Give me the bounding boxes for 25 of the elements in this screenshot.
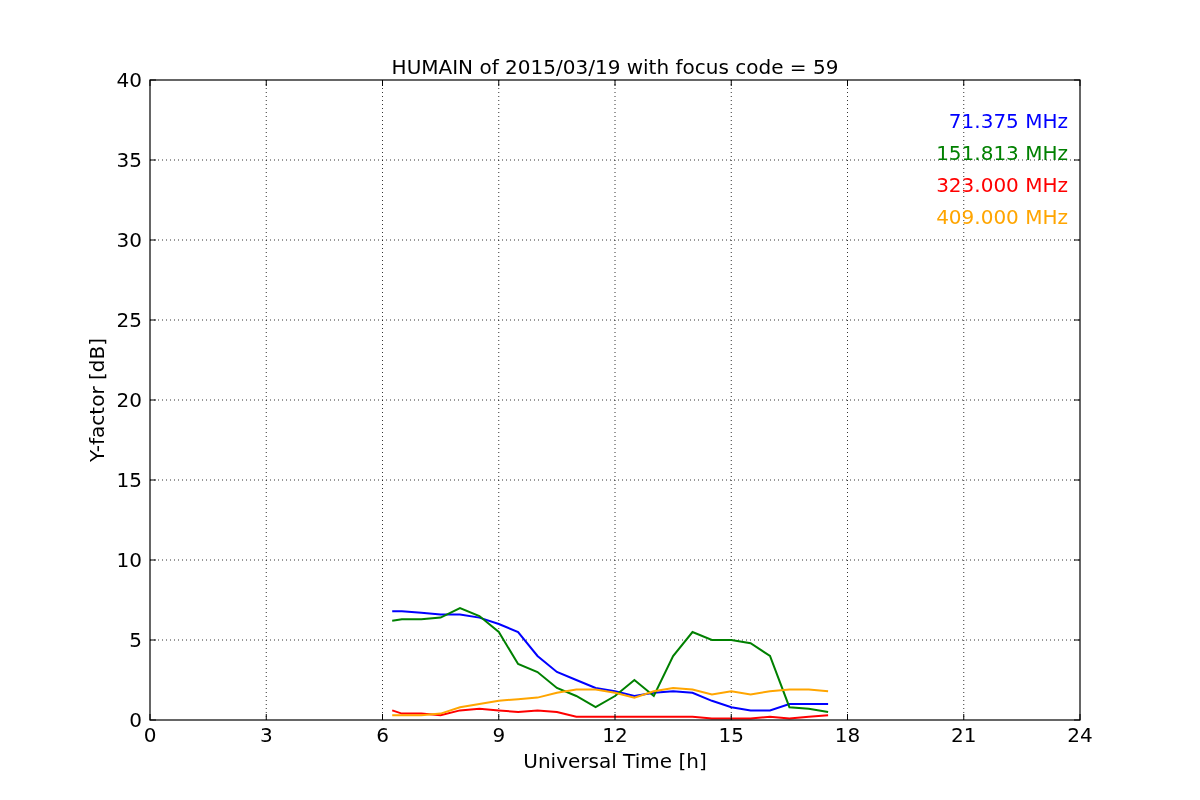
y-tick-label: 30	[116, 228, 142, 252]
x-tick-label: 15	[718, 723, 744, 747]
x-axis-label: Universal Time [h]	[523, 749, 707, 773]
y-tick-label: 20	[116, 388, 142, 412]
y-tick-label: 5	[129, 628, 142, 652]
x-tick-label: 9	[492, 723, 506, 747]
legend-label: 151.813 MHz	[936, 141, 1068, 165]
x-tick-label: 3	[259, 723, 273, 747]
y-tick-label: 25	[116, 308, 142, 332]
x-tick-label: 12	[602, 723, 628, 747]
y-tick-label: 35	[116, 148, 142, 172]
legend-label: 409.000 MHz	[936, 205, 1068, 229]
y-tick-label: 0	[129, 708, 142, 732]
y-tick-label: 40	[116, 68, 142, 92]
y-axis-label: Y-factor [dB]	[85, 338, 109, 462]
x-tick-label: 21	[951, 723, 977, 747]
y-tick-label: 15	[116, 468, 142, 492]
legend-label: 71.375 MHz	[948, 109, 1068, 133]
x-tick-label: 18	[834, 723, 861, 747]
chart-title: HUMAIN of 2015/03/19 with focus code = 59	[391, 55, 839, 79]
x-tick-label: 24	[1067, 723, 1093, 747]
x-tick-label: 6	[376, 723, 389, 747]
legend-label: 323.000 MHz	[936, 173, 1068, 197]
y-tick-label: 10	[116, 548, 142, 572]
x-tick-label: 0	[143, 723, 157, 747]
